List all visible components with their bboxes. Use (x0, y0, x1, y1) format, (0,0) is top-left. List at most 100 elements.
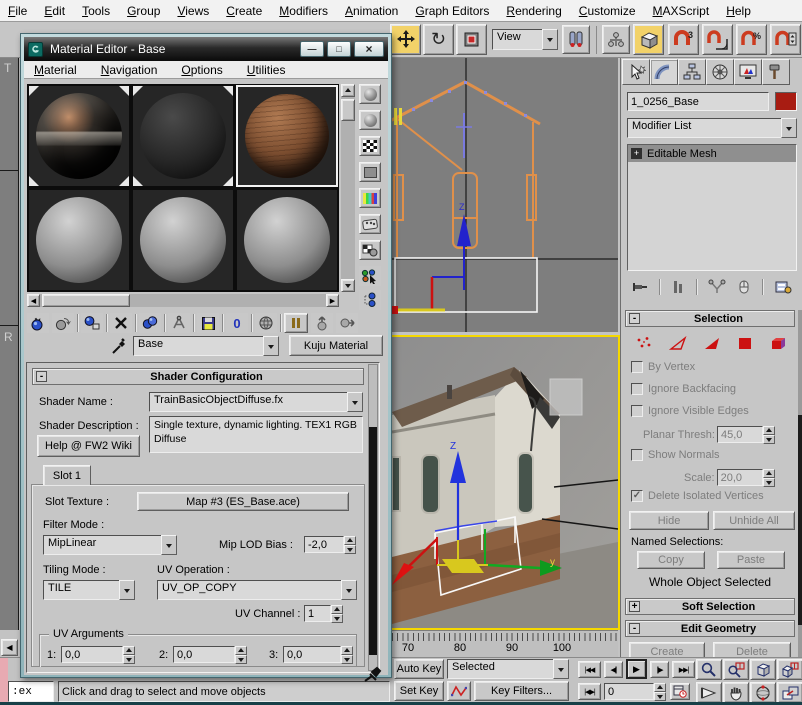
previous-frame-button[interactable]: ◀|| (604, 661, 623, 678)
backlight-button[interactable] (359, 110, 381, 130)
tab-motion[interactable] (706, 59, 734, 85)
paste-button[interactable]: Paste (717, 551, 785, 569)
make-unique-material-button[interactable] (168, 313, 190, 333)
modifier-list-dropdown[interactable]: Modifier List (627, 118, 797, 138)
menu-modifiers[interactable]: Modifiers (279, 1, 328, 21)
left-viewport-sliver[interactable]: T R (0, 58, 19, 630)
auto-key-button[interactable]: Auto Key (394, 659, 444, 679)
key-mode-toggle-button[interactable]: |◀▶| (578, 683, 601, 700)
min-max-toggle-button[interactable] (777, 682, 802, 703)
menu-rendering[interactable]: Rendering (506, 1, 561, 21)
object-color-swatch[interactable] (775, 92, 797, 111)
menu-group[interactable]: Group (127, 1, 160, 21)
maxscript-mini-listener[interactable]: :ex (8, 681, 54, 702)
menu-graph-editors[interactable]: Graph Editors (415, 1, 489, 21)
subobject-edge-icon[interactable] (669, 336, 687, 351)
menu-edit[interactable]: Edit (44, 1, 65, 21)
delete-button[interactable]: Delete (713, 642, 791, 657)
snaps-toggle-button[interactable] (633, 24, 664, 55)
material-slot-5[interactable] (132, 189, 234, 291)
configure-modifier-sets-icon[interactable] (774, 279, 792, 295)
listener-scroll-left-button[interactable]: ◀ (1, 639, 18, 656)
help-fw2-wiki-button[interactable]: Help @ FW2 Wiki (37, 435, 140, 457)
sample-hscroll-thumb[interactable] (42, 294, 130, 307)
uv-arg-1-field[interactable]: 0,0 (61, 646, 123, 663)
dialog-title-bar[interactable]: Material Editor - Base — □ × (24, 37, 388, 61)
fov-button[interactable] (696, 682, 722, 703)
viewport-front[interactable]: Z (392, 58, 618, 332)
command-panel-scrollbar[interactable] (798, 310, 802, 657)
uv-arg-3-spinner[interactable] (341, 646, 353, 663)
uv-channel-field[interactable]: 1 (304, 605, 331, 622)
delete-isolated-checkbox[interactable]: ✓Delete Isolated Vertices (631, 490, 764, 502)
tab-display[interactable] (734, 59, 762, 85)
use-pivot-center-button[interactable] (562, 25, 590, 54)
material-slot-1[interactable] (28, 85, 130, 187)
expand-icon[interactable]: + (631, 148, 642, 159)
go-forward-sibling-button[interactable] (336, 313, 358, 333)
tab-modify[interactable] (650, 59, 678, 85)
shader-configuration-rollout-header[interactable]: -Shader Configuration (32, 368, 364, 385)
angle-snap-button[interactable]: 3 (668, 24, 699, 55)
mip-lod-bias-field[interactable]: -2,0 (304, 536, 344, 553)
edit-geometry-rollout-header[interactable]: -Edit Geometry (625, 620, 795, 637)
uv-arg-2-field[interactable]: 0,0 (173, 646, 235, 663)
menu-customize[interactable]: Customize (579, 1, 636, 21)
by-vertex-checkbox[interactable]: By Vertex (631, 361, 695, 373)
sample-horizontal-scrollbar[interactable]: ◀ ▶ (27, 294, 339, 307)
menu-create[interactable]: Create (226, 1, 262, 21)
minimize-button[interactable]: — (300, 41, 324, 57)
default-in-out-tangents-button[interactable] (447, 681, 471, 701)
uv-arg-1-spinner[interactable] (123, 646, 135, 663)
menu-file[interactable]: File (8, 1, 27, 21)
reset-material-button[interactable] (110, 313, 132, 333)
next-frame-button[interactable]: ||▶ (650, 661, 669, 678)
menu-utilities[interactable]: Utilities (247, 60, 286, 80)
hide-button[interactable]: Hide (629, 511, 709, 530)
go-to-parent-button[interactable] (311, 313, 333, 333)
get-material-button[interactable] (27, 313, 49, 333)
tab-hierarchy[interactable] (678, 59, 706, 85)
zoom-button[interactable] (696, 659, 722, 680)
slot-texture-button[interactable]: Map #3 (ES_Base.ace) (137, 492, 349, 511)
uv-operation-dropdown[interactable]: UV_OP_COPY (157, 580, 357, 600)
material-editor-options-button[interactable] (359, 240, 381, 260)
frame-spinner[interactable] (654, 683, 666, 700)
select-by-material-button[interactable] (359, 266, 381, 286)
sample-uv-tiling-button[interactable] (359, 162, 381, 182)
angle-snap-toggle-button[interactable] (702, 24, 733, 55)
make-material-copy-button[interactable] (139, 313, 161, 333)
scale-spinner[interactable] (763, 469, 775, 486)
uv-arg-3-field[interactable]: 0,0 (283, 646, 341, 663)
zoom-extents-button[interactable] (750, 659, 776, 680)
material-editor-dialog[interactable]: Material Editor - Base — □ × Material Na… (20, 33, 392, 678)
material-slot-6[interactable] (236, 189, 338, 291)
create-button[interactable]: Create (629, 642, 705, 657)
remove-modifier-icon[interactable] (737, 279, 751, 295)
pin-stack-icon[interactable] (632, 279, 648, 295)
background-button[interactable] (359, 136, 381, 156)
material-slot-3-active[interactable] (236, 85, 338, 187)
menu-navigation[interactable]: Navigation (101, 60, 158, 80)
scrollbar-thumb[interactable] (798, 415, 802, 625)
key-filters-button[interactable]: Key Filters... (474, 681, 569, 701)
menu-tools[interactable]: Tools (82, 1, 110, 21)
go-to-end-button[interactable]: ▶▶| (672, 661, 695, 678)
mini-listener-pink[interactable] (0, 658, 8, 702)
tab-create[interactable] (622, 59, 650, 85)
percent-snap-button[interactable]: % (736, 24, 767, 55)
stack-item-editable-mesh[interactable]: + Editable Mesh (628, 145, 796, 162)
rollout-scroll-thumb[interactable] (369, 427, 377, 655)
set-key-button[interactable]: Set Key (394, 681, 444, 701)
tab-utilities[interactable] (762, 59, 790, 85)
material-name-dropdown[interactable]: Base (133, 336, 279, 356)
sample-scroll-thumb[interactable] (341, 99, 355, 121)
play-button[interactable]: ▶ (626, 659, 647, 679)
make-preview-button[interactable] (359, 214, 381, 234)
spinner-snap-button[interactable] (770, 24, 801, 55)
planar-thresh-spinner[interactable] (763, 426, 775, 443)
material-type-button[interactable]: Kuju Material (289, 335, 383, 356)
mip-lod-bias-spinner[interactable] (344, 536, 356, 553)
menu-maxscript[interactable]: MAXScript (653, 1, 710, 21)
material-slot-2[interactable] (132, 85, 234, 187)
